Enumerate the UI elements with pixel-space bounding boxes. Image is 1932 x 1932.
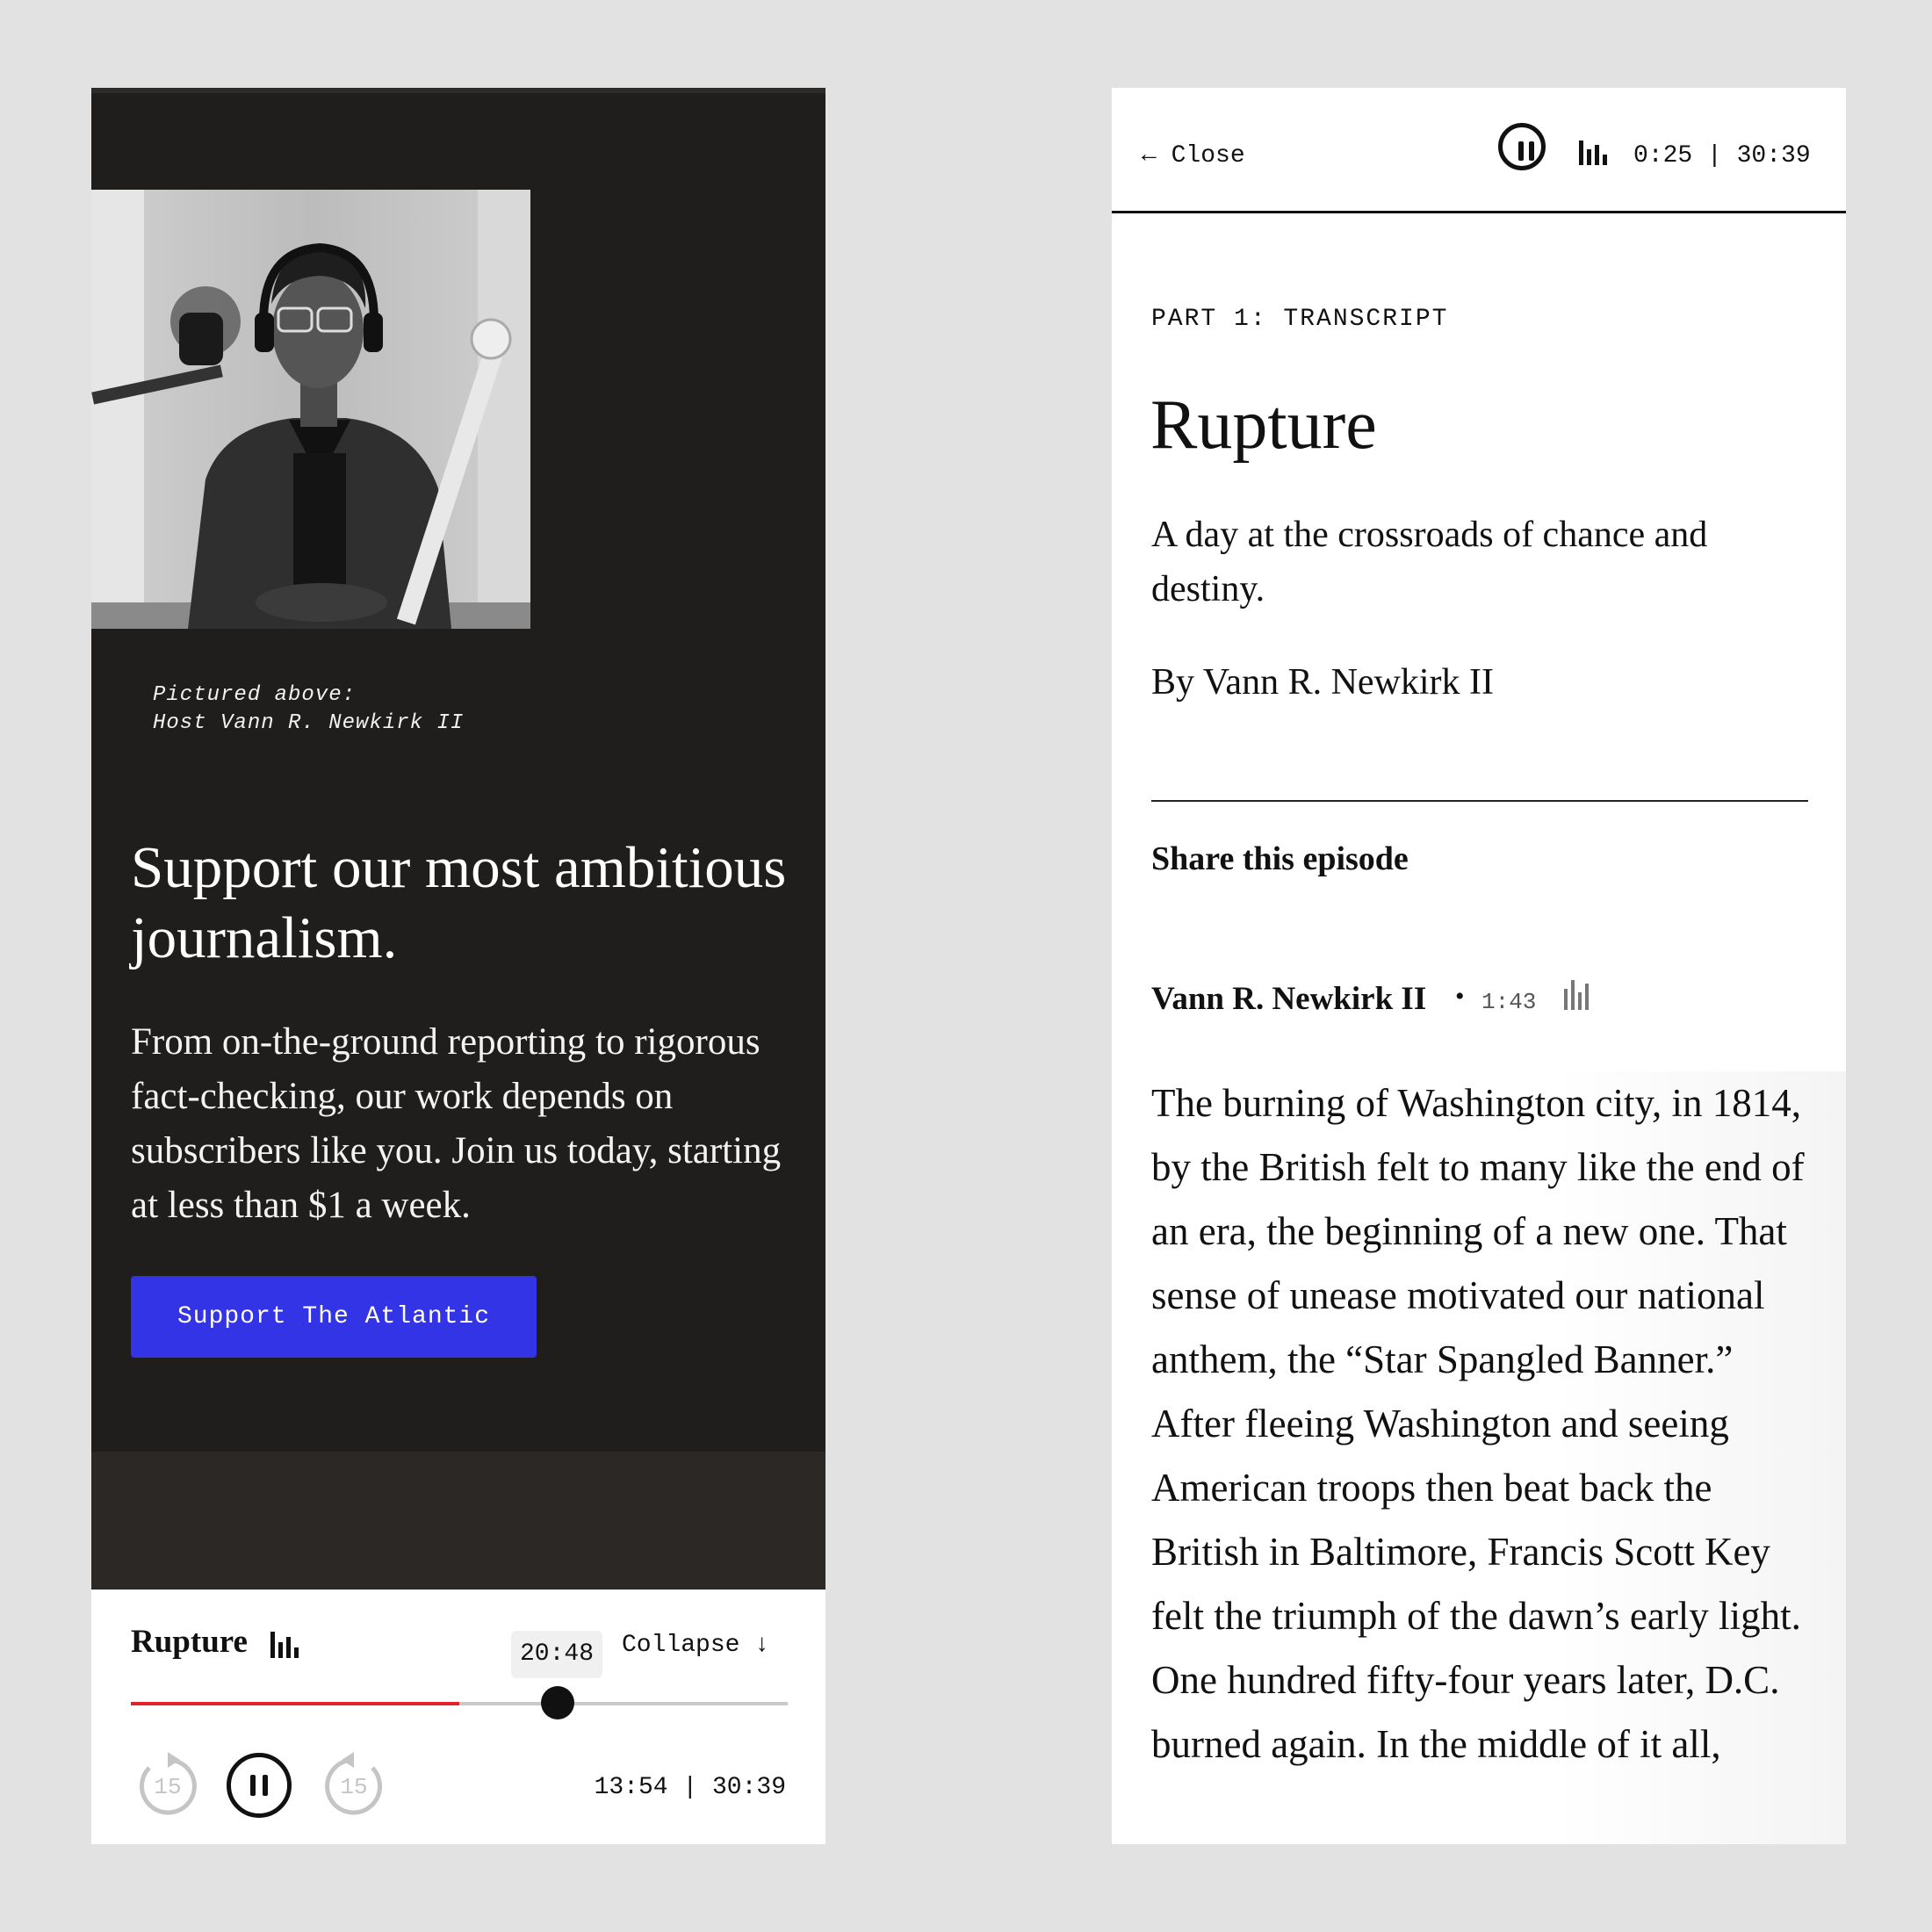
audio-bars-icon (1564, 980, 1594, 1010)
share-episode-link[interactable]: Share this episode (1151, 840, 1409, 878)
progress-track[interactable] (131, 1702, 788, 1705)
byline: By Vann R. Newkirk II (1151, 662, 1495, 703)
promo-title: Support our most ambitious journalism. (131, 835, 787, 970)
mini-player-title[interactable]: Rupture (131, 1623, 248, 1661)
close-button[interactable]: ← Close (1142, 142, 1245, 169)
speaker-separator: • (1455, 982, 1465, 1011)
caption-line-1: Pictured above: (153, 683, 357, 707)
audio-bars-icon (1579, 141, 1609, 165)
skip-back-seconds: 15 (154, 1774, 182, 1800)
episode-dek: A day at the crossroads of chance and de… (1151, 515, 1708, 609)
scrub-handle[interactable] (541, 1686, 575, 1719)
pause-icon (231, 1757, 287, 1813)
part-label: PART 1: TRANSCRIPT (1151, 306, 1449, 333)
collapse-button[interactable]: Collapse ↓ (622, 1632, 769, 1659)
pause-button[interactable] (227, 1753, 292, 1818)
audio-bars-icon (270, 1632, 300, 1658)
pause-icon (1503, 127, 1541, 175)
right-phone-screen: ← Close 0:25 | 30:39 PART 1: TRANSCRIPT … (1112, 88, 1846, 1844)
mini-time-display: 13:54 | 30:39 (594, 1774, 786, 1801)
host-photo (91, 190, 530, 629)
dark-band (91, 1452, 825, 1590)
divider (1151, 800, 1808, 802)
scrub-time-bubble: 20:48 (511, 1631, 603, 1678)
header-pause-button[interactable] (1498, 123, 1546, 170)
caption-line-2: Host Vann R. Newkirk II (153, 711, 465, 735)
skip-back-button[interactable]: 15 (132, 1750, 204, 1822)
left-phone-screen: Pictured above: Host Vann R. Newkirk II … (91, 88, 825, 1844)
skip-forward-button[interactable]: 15 (318, 1750, 390, 1822)
support-button[interactable]: Support The Atlantic (131, 1276, 537, 1358)
header-time-display: 0:25 | 30:39 (1633, 142, 1811, 169)
skip-forward-seconds: 15 (340, 1774, 368, 1800)
mini-player: Rupture 20:48 Collapse ↓ 15 15 13:54 | 3… (91, 1590, 825, 1844)
speaker-name: Vann R. Newkirk II (1151, 981, 1427, 1017)
status-strip (91, 88, 825, 93)
transcript-area: The burning of Washington city, in 1814,… (1112, 1071, 1846, 1844)
progress-fill (131, 1702, 459, 1705)
promo-body: From on-the-ground reporting to rigorous… (131, 1021, 782, 1226)
episode-title: Rupture (1150, 386, 1377, 464)
transcript-text: The burning of Washington city, in 1814,… (1151, 1081, 1805, 1766)
photo-caption: Pictured above: Host Vann R. Newkirk II (153, 681, 464, 738)
transcript-header: ← Close 0:25 | 30:39 (1112, 88, 1846, 213)
speaker-timestamp[interactable]: 1:43 (1481, 989, 1536, 1015)
